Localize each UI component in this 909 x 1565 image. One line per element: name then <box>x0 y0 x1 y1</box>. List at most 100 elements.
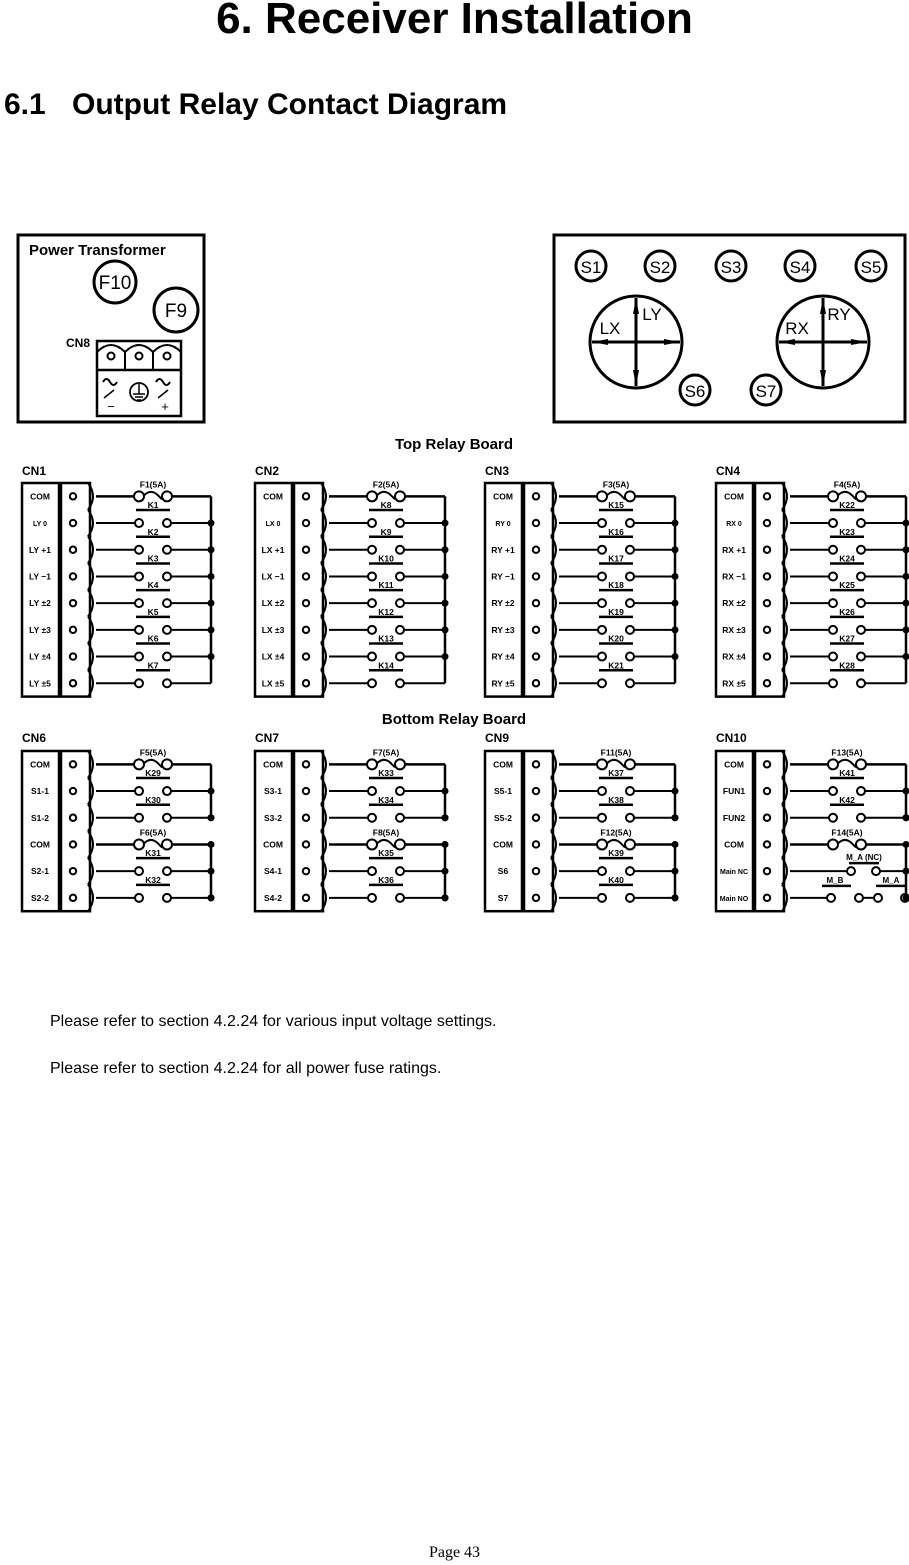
fuse-label: F8(5A) <box>373 827 400 837</box>
fuse-label: F11(5A) <box>601 747 632 757</box>
relay-label: K4 <box>148 580 159 590</box>
contact-terminal <box>395 598 405 609</box>
terminal-strip <box>522 481 555 698</box>
terminal-screw-icon <box>762 492 772 501</box>
relay-label: K1 <box>148 500 159 510</box>
pin-label: RX ±3 <box>722 625 746 635</box>
pin-label-block <box>483 481 524 698</box>
contact-terminal <box>395 624 405 635</box>
pin-label: S5-2 <box>494 813 512 823</box>
terminal-strip <box>292 749 325 913</box>
relay-label: K8 <box>381 500 392 510</box>
fuse-label: F7(5A) <box>373 747 400 757</box>
terminal-strip <box>292 481 325 698</box>
contact-terminal <box>625 866 635 877</box>
fuse-icon <box>837 758 857 768</box>
terminal-screw-icon <box>301 893 311 903</box>
contact-terminal <box>162 651 172 662</box>
connector-cn3: CN3 COM RY 0 RY +1 RY −1 RY ±2 RY ±3 RY ±4 RY ±5… <box>483 464 679 698</box>
contact-terminal <box>367 544 377 555</box>
terminal-screw-icon <box>531 625 541 635</box>
contact-terminal <box>367 624 377 635</box>
fuse-terminal <box>394 490 406 503</box>
switch-s6-label: S6 <box>685 382 706 401</box>
fuse-terminal <box>624 490 636 503</box>
relay-label: K20 <box>608 634 624 644</box>
relay-label: K35 <box>378 848 394 858</box>
fuse-label: F6(5A) <box>140 827 167 837</box>
pin-label: S2-2 <box>31 893 49 903</box>
contact-terminal <box>134 812 144 823</box>
pin-label: S1-1 <box>31 786 49 796</box>
pin-label: S2-1 <box>31 866 49 876</box>
pin-label: COM <box>263 759 283 769</box>
relay-label: K41 <box>839 768 855 778</box>
terminal-strip <box>59 749 92 913</box>
contact-terminal <box>826 892 836 903</box>
fuse-f10-label: F10 <box>99 273 132 294</box>
contact-terminal <box>625 598 635 609</box>
relay-label: K29 <box>145 768 161 778</box>
board-title: Top Relay Board <box>395 436 513 453</box>
relay-label: K13 <box>378 634 394 644</box>
terminal-screw-icon <box>68 760 78 769</box>
terminal-screw-icon <box>68 652 78 661</box>
terminal-strip <box>522 749 555 913</box>
fuse-terminal <box>366 758 378 771</box>
connector-name: CN2 <box>255 464 279 478</box>
relay-label: K32 <box>145 875 161 885</box>
pin-label: LX −1 <box>262 571 285 581</box>
fuse-terminal <box>624 758 636 771</box>
fuse-label: F5(5A) <box>140 747 167 757</box>
terminal-screw-icon <box>762 572 772 581</box>
contact-terminal <box>828 651 838 662</box>
terminal-screw-icon <box>68 625 78 635</box>
contact-terminal <box>828 624 838 635</box>
switch-s7-label: S7 <box>756 382 777 401</box>
terminal-screw-icon <box>68 492 78 501</box>
pin-label-block <box>483 749 524 913</box>
terminal-screw-icon <box>68 679 78 688</box>
terminal-screw-icon <box>762 545 772 554</box>
connector-name: CN10 <box>716 731 747 745</box>
relay-label: K23 <box>839 527 855 537</box>
contact-terminal <box>162 544 172 555</box>
contact-terminal <box>395 518 405 529</box>
fuse-terminal <box>855 490 867 503</box>
terminal-screw-icon <box>301 786 311 796</box>
slash-icon <box>157 389 169 399</box>
fuse-icon <box>837 838 857 848</box>
fuse-terminal <box>366 490 378 503</box>
fuse-icon <box>143 490 163 500</box>
contact-terminal <box>597 678 607 689</box>
relay-label: K39 <box>608 848 624 858</box>
contact-terminal <box>856 518 866 529</box>
contact-terminal <box>162 518 172 529</box>
relay-label: K18 <box>608 580 624 590</box>
contact-terminal <box>828 786 838 797</box>
connector-cn4: CN4 COM RX 0 RX +1 RX −1 RX ±2 RX ±3 RX ±4 RX ±5… <box>714 464 909 698</box>
page-number: Page 43 <box>428 1544 481 1561</box>
pin-label: RX ±5 <box>722 678 746 688</box>
contact-terminal <box>856 651 866 662</box>
contact-terminal <box>597 571 607 582</box>
contact-terminal <box>367 651 377 662</box>
contact-terminal <box>846 866 856 877</box>
contact-terminal <box>395 571 405 582</box>
fuse-icon <box>376 758 396 768</box>
fuse-f9-label: F9 <box>165 301 187 322</box>
fuse-label: F2(5A) <box>373 479 400 489</box>
pin-label: COM <box>30 491 50 501</box>
terminal-screw-icon <box>301 518 311 528</box>
fuse-terminal <box>827 490 839 503</box>
cn8-screw-icon <box>106 351 116 361</box>
connector-name: CN7 <box>255 731 279 745</box>
terminal-screw-icon <box>68 598 78 608</box>
relay-label-ma: M_A <box>883 876 900 885</box>
connector-cn2: CN2 COM LX 0 LX +1 LX −1 LX ±2 LX ±3 LX ±4 LX ±5… <box>253 464 449 698</box>
relay-label-ma-nc: M_A (NC) <box>846 853 882 862</box>
junction-dot <box>902 840 909 848</box>
relay-label: K21 <box>608 660 624 670</box>
terminal-screw-icon <box>531 760 541 769</box>
contact-terminal <box>395 651 405 662</box>
